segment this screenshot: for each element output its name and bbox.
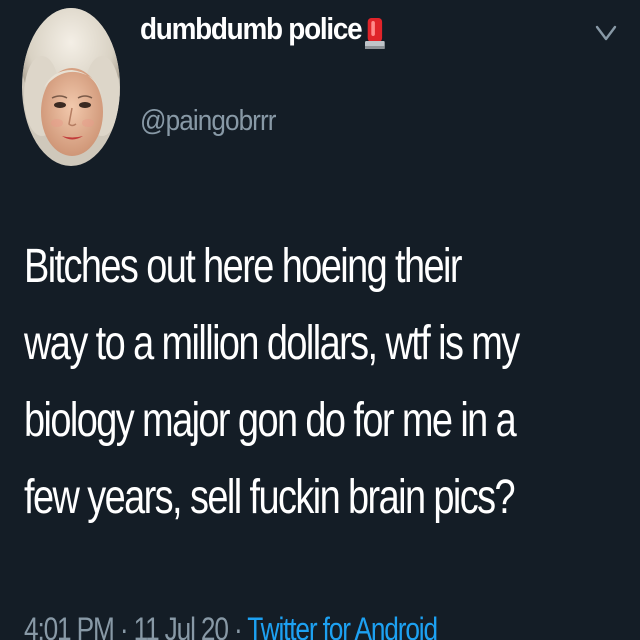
tweet-time[interactable]: 4:01 PM (24, 611, 115, 640)
tweet-text-line: Bitches out here hoeing their (24, 240, 462, 293)
display-name[interactable]: dumbdumb police (140, 11, 385, 57)
meta-separator: · (233, 611, 243, 640)
tweet-card: dumbdumb police @paingobrrr Bitches out … (0, 0, 640, 640)
tweet-text: Bitches out here hoeing their way to a m… (24, 228, 530, 536)
rotating-light-icon (364, 16, 385, 57)
tweet-source-link[interactable]: Twitter for Android (247, 611, 438, 640)
woman-portrait-avatar-icon (22, 8, 120, 166)
tweet-text-line: biology major gon do for me in a (24, 394, 517, 447)
tweet-date[interactable]: 11 Jul 20 (134, 611, 229, 640)
avatar[interactable] (22, 8, 120, 166)
tweet-text-line: way to a million dollars, wtf is my (24, 317, 520, 370)
tweet-meta: 4:01 PM · 11 Jul 20 · Twitter for Androi… (24, 611, 438, 640)
display-name-text: dumbdumb police (140, 11, 363, 46)
user-handle[interactable]: @paingobrrr (140, 105, 276, 138)
meta-separator: · (119, 611, 129, 640)
chevron-down-icon[interactable] (594, 22, 618, 44)
tweet-text-line: few years, sell fuckin brain pics? (24, 471, 516, 524)
